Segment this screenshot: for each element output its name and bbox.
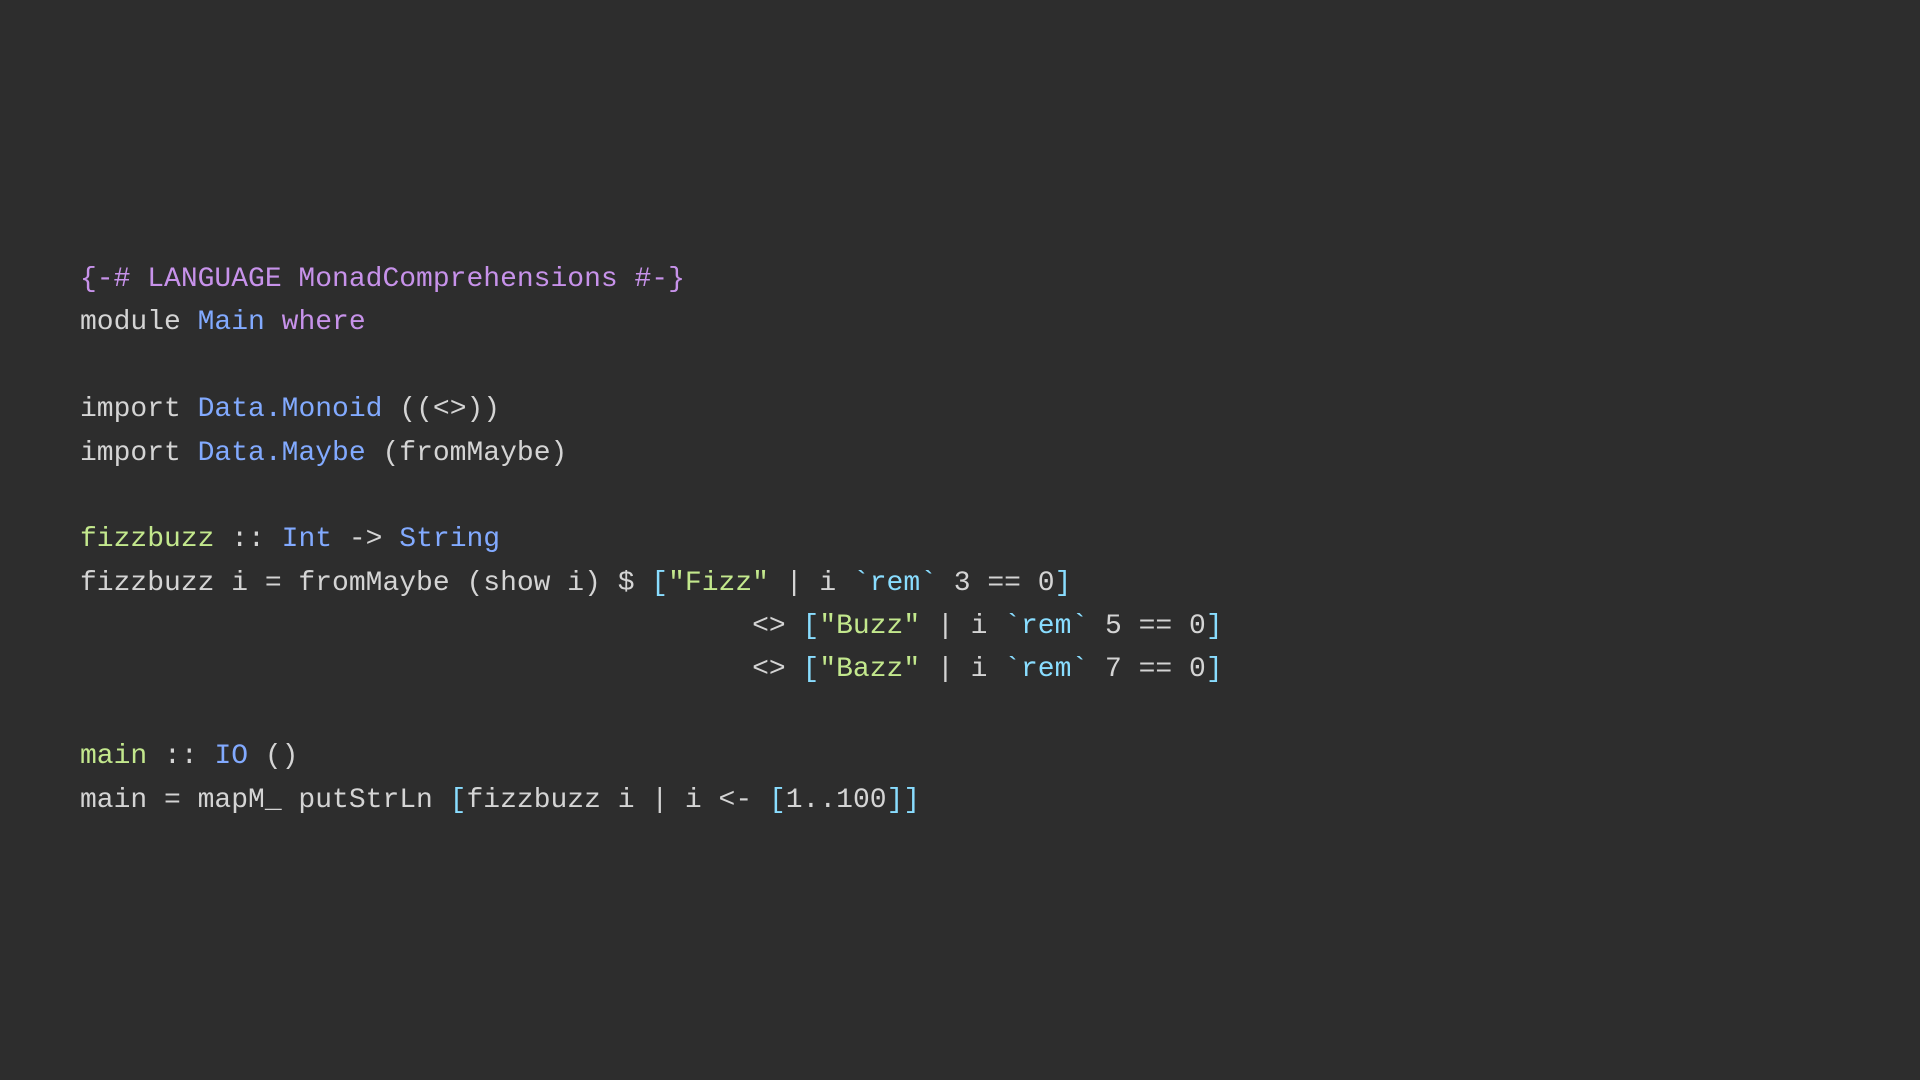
code-token: import	[80, 438, 198, 469]
code-token: Data.Monoid	[198, 394, 383, 425]
code-token: ]	[1055, 568, 1072, 599]
code-token: fizzbuzz i = fromMaybe (show i) $	[80, 568, 651, 599]
code-line-def3: <> ["Bazz" | i `rem` 7 == 0]	[80, 648, 1840, 691]
code-token: [	[450, 785, 467, 816]
code-token	[366, 438, 383, 469]
code-token: | i	[920, 611, 1004, 642]
code-token: IO	[214, 741, 248, 772]
code-token: ]	[903, 785, 920, 816]
code-token: ::	[147, 741, 214, 772]
code-token: "Bazz"	[819, 654, 920, 685]
code-token: 1..100	[786, 785, 887, 816]
code-token: fizzbuzz i | i <-	[466, 785, 768, 816]
code-line-module: module Main where	[80, 301, 1840, 344]
code-token: [	[786, 611, 820, 642]
code-token: 5 == 0	[1088, 611, 1206, 642]
code-token: ((<>))	[399, 394, 500, 425]
code-token: import	[80, 394, 198, 425]
empty-line	[80, 475, 1840, 518]
code-token: ]	[1206, 654, 1223, 685]
code-token: <>	[80, 654, 786, 685]
code-container: {-# LANGUAGE MonadComprehensions #-} modu…	[0, 0, 1920, 1080]
code-line-maindef: main = mapM_ putStrLn [fizzbuzz i | i <-…	[80, 779, 1840, 822]
code-block: {-# LANGUAGE MonadComprehensions #-} modu…	[80, 258, 1840, 822]
code-token: ::	[214, 524, 281, 555]
code-token: "Fizz"	[668, 568, 769, 599]
code-token: main	[80, 741, 147, 772]
code-token: where	[265, 307, 366, 338]
code-line-pragma: {-# LANGUAGE MonadComprehensions #-}	[80, 258, 1840, 301]
code-token: Int	[282, 524, 332, 555]
code-token: fizzbuzz	[80, 524, 214, 555]
code-line-import2: import Data.Maybe (fromMaybe)	[80, 432, 1840, 475]
code-token: [	[786, 654, 820, 685]
code-token: `rem`	[853, 568, 937, 599]
code-token: 3 == 0	[937, 568, 1055, 599]
code-token: [	[769, 785, 786, 816]
code-token: module	[80, 307, 198, 338]
code-token: Main	[198, 307, 265, 338]
code-token: 7 == 0	[1088, 654, 1206, 685]
code-token: [	[651, 568, 668, 599]
code-token: (fromMaybe)	[382, 438, 567, 469]
code-token	[382, 394, 399, 425]
code-token: `rem`	[1004, 611, 1088, 642]
code-line-def1: fizzbuzz i = fromMaybe (show i) $ ["Fizz…	[80, 562, 1840, 605]
code-line-def2: <> ["Buzz" | i `rem` 5 == 0]	[80, 605, 1840, 648]
code-line-import1: import Data.Monoid ((<>))	[80, 388, 1840, 431]
code-token: "Buzz"	[819, 611, 920, 642]
code-token: {-# LANGUAGE MonadComprehensions #-}	[80, 264, 685, 295]
code-token: | i	[769, 568, 853, 599]
code-token: `rem`	[1004, 654, 1088, 685]
code-line-mainsig: main :: IO ()	[80, 735, 1840, 778]
code-token: Data.Maybe	[198, 438, 366, 469]
code-token: | i	[920, 654, 1004, 685]
code-token: ()	[248, 741, 298, 772]
empty-line	[80, 345, 1840, 388]
code-token: ]	[887, 785, 904, 816]
code-line-typesig: fizzbuzz :: Int -> String	[80, 518, 1840, 561]
code-token: ]	[1206, 611, 1223, 642]
empty-line	[80, 692, 1840, 735]
code-token: main = mapM_ putStrLn	[80, 785, 450, 816]
code-token: <>	[80, 611, 786, 642]
code-token: ->	[332, 524, 399, 555]
code-token: String	[399, 524, 500, 555]
